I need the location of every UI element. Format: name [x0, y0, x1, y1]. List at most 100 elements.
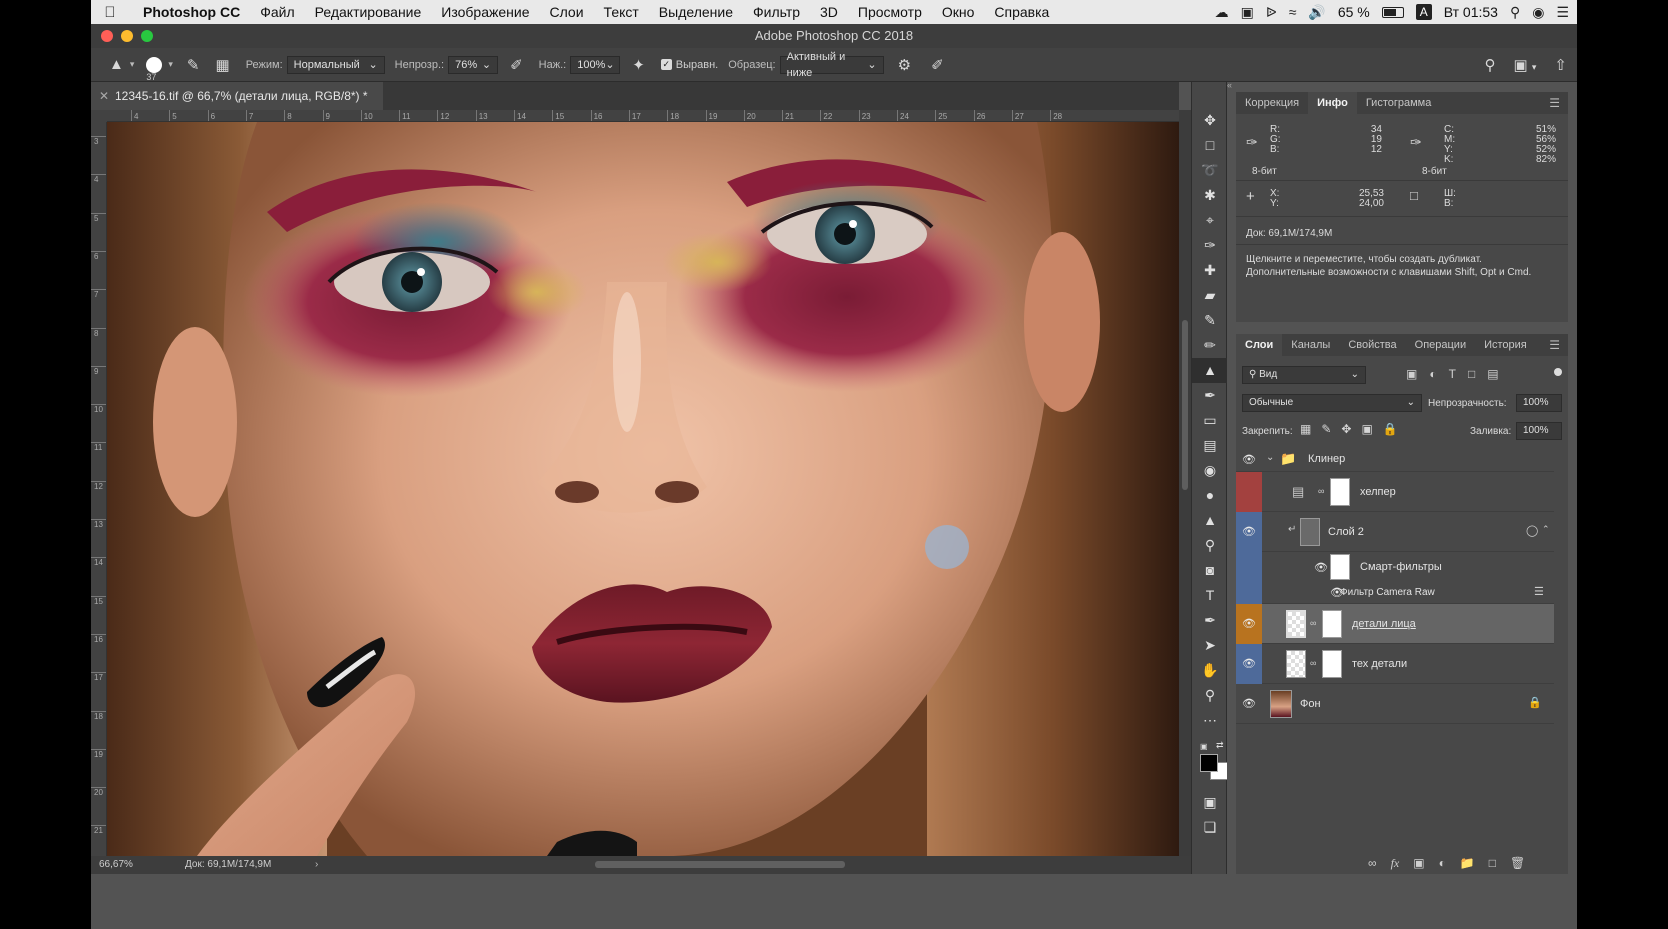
background-thumbnail[interactable]: [1270, 690, 1292, 718]
eyedropper-cmyk-icon[interactable]: ✑: [1410, 134, 1422, 151]
layer-mask-thumbnail[interactable]: [1322, 610, 1342, 638]
lasso-tool-icon[interactable]: ➰: [1192, 158, 1228, 183]
zoom-window-button[interactable]: [141, 30, 153, 42]
mask-link-icon[interactable]: ∞: [1318, 486, 1324, 496]
visibility-eye-icon[interactable]: 👁: [1236, 453, 1262, 466]
tab-properties[interactable]: Свойства: [1339, 334, 1405, 356]
layer-name[interactable]: Фильтр Camera Raw: [1340, 587, 1435, 598]
foreground-color-swatch[interactable]: [1200, 754, 1218, 772]
layer-thumbnail[interactable]: [1286, 610, 1306, 638]
layer-opacity-input[interactable]: 100%: [1516, 394, 1562, 412]
tablet-pressure-size-icon[interactable]: ✐: [931, 56, 944, 74]
brush-preview-icon[interactable]: 37: [146, 56, 163, 82]
layer-row-face-details[interactable]: 👁 ∞ детали лица: [1236, 604, 1554, 644]
lock-transparency-icon[interactable]: ▦: [1300, 422, 1311, 436]
clone-source-panel-icon[interactable]: ▦: [216, 56, 230, 74]
sharpen-tool-icon[interactable]: ▲: [1192, 508, 1228, 533]
quick-mask-icon[interactable]: ▣: [1192, 790, 1228, 815]
filter-pixel-icon[interactable]: ▣: [1406, 367, 1417, 381]
blend-mode-select[interactable]: Обычные ⌄: [1242, 394, 1422, 412]
layer-row-group[interactable]: 👁 ⌄ 📁 Клинер: [1236, 446, 1554, 472]
visibility-eye-icon[interactable]: 👁: [1236, 697, 1262, 710]
close-window-button[interactable]: [101, 30, 113, 42]
visibility-eye-icon[interactable]: 👁: [1236, 657, 1262, 670]
pen-tool-icon[interactable]: ✒: [1192, 608, 1228, 633]
layer-mask-thumbnail[interactable]: [1322, 650, 1342, 678]
menu-filter[interactable]: Фильтр: [743, 4, 810, 20]
mixer-brush-tool-icon[interactable]: ✏: [1192, 333, 1228, 358]
layer-name[interactable]: детали лица: [1352, 618, 1416, 630]
filter-mask-thumbnail[interactable]: [1330, 554, 1350, 580]
adjustment-layer-icon[interactable]: ◐: [1439, 856, 1446, 870]
filter-shape-icon[interactable]: □: [1468, 367, 1475, 381]
paint-bucket-tool-icon[interactable]: ◉: [1192, 458, 1228, 483]
menu-type[interactable]: Текст: [594, 4, 649, 20]
menu-edit[interactable]: Редактирование: [305, 4, 432, 20]
notification-center-icon[interactable]: ☰: [1556, 4, 1569, 21]
apple-menu-icon[interactable]: : [91, 4, 129, 21]
brush-tool-icon[interactable]: ✎: [1192, 308, 1228, 333]
minimize-window-button[interactable]: [121, 30, 133, 42]
path-selection-tool-icon[interactable]: ➤: [1192, 633, 1228, 658]
layer-style-icon[interactable]: fx: [1391, 856, 1400, 871]
wifi-icon[interactable]: ≈: [1289, 4, 1297, 20]
visibility-eye-icon[interactable]: 👁: [1236, 617, 1262, 630]
new-layer-icon[interactable]: □: [1489, 856, 1496, 870]
siri-icon[interactable]: ◉: [1532, 4, 1544, 21]
layer-row-background[interactable]: 👁 Фон 🔒: [1236, 684, 1554, 724]
more-tools-icon[interactable]: ⋯: [1192, 708, 1228, 733]
layer-name[interactable]: Клинер: [1308, 453, 1345, 465]
horizontal-ruler[interactable]: 4 5 6 7 8 9 10 11 12 13 14 15 16 17 18 19 20 21 22 23 24 25 26…: [107, 110, 1179, 122]
visibility-eye-icon[interactable]: 👁: [1236, 525, 1262, 538]
dodge-tool-icon[interactable]: ⚲: [1192, 533, 1228, 558]
share-icon[interactable]: ⇧: [1554, 56, 1567, 74]
horizontal-scroll-thumb[interactable]: [595, 861, 845, 868]
lock-pixels-icon[interactable]: ✎: [1321, 422, 1331, 436]
smart-filter-options-icon[interactable]: ◯: [1526, 524, 1538, 537]
tab-actions[interactable]: Операции: [1406, 334, 1475, 356]
gradient-tool-icon[interactable]: ▤: [1192, 433, 1228, 458]
menu-app-name[interactable]: Photoshop CC: [129, 4, 250, 20]
crop-tool-icon[interactable]: ⌖: [1192, 208, 1228, 233]
workspace-icon[interactable]: ▣ ▾: [1514, 56, 1537, 74]
clone-stamp-tool-icon[interactable]: ▲: [1192, 358, 1228, 383]
app-status-icon[interactable]: ▣: [1241, 4, 1254, 21]
volume-icon[interactable]: 🔊: [1308, 4, 1325, 21]
ignore-adjustment-layers-icon[interactable]: ⚙: [898, 56, 911, 74]
filter-toggle-icon[interactable]: [1554, 368, 1562, 376]
layer-thumbnail[interactable]: [1286, 650, 1306, 678]
layer-row-tech-details[interactable]: 👁 ∞ тех детали: [1236, 644, 1554, 684]
vertical-ruler[interactable]: 3 4 5 6 7 8 9 10 11 12 13 14 15 16 17 18 19 20 21: [91, 122, 107, 856]
canvas-area[interactable]: [107, 122, 1179, 856]
menu-3d[interactable]: 3D: [810, 4, 848, 20]
type-tool-icon[interactable]: T: [1192, 583, 1228, 608]
preset-dropdown-icon[interactable]: ▾: [130, 59, 135, 70]
aligned-checkbox[interactable]: ✓: [660, 59, 672, 70]
tab-adjustments[interactable]: Коррекция: [1236, 92, 1308, 114]
filter-smart-icon[interactable]: ▤: [1487, 367, 1498, 381]
layers-panel-menu-icon[interactable]: ☰: [1549, 334, 1560, 356]
tab-channels[interactable]: Каналы: [1282, 334, 1339, 356]
move-tool-icon[interactable]: ✥: [1192, 108, 1228, 133]
menu-help[interactable]: Справка: [984, 4, 1059, 20]
smart-object-thumbnail[interactable]: [1300, 518, 1320, 546]
zoom-tool-icon[interactable]: ⚲: [1192, 683, 1228, 708]
layer-row-camera-raw[interactable]: 👁 Фильтр Camera Raw ☰: [1236, 582, 1554, 604]
hand-tool-icon[interactable]: ✋: [1192, 658, 1228, 683]
smudge-tool-icon[interactable]: ◙: [1192, 558, 1228, 583]
input-source-icon[interactable]: A: [1415, 4, 1432, 20]
menu-file[interactable]: Файл: [250, 4, 304, 20]
battery-icon[interactable]: [1381, 6, 1404, 18]
collapse-panels-icon[interactable]: «: [1227, 80, 1232, 90]
eyedropper-rgb-icon[interactable]: ✑: [1246, 134, 1258, 151]
pressure-input[interactable]: 100% ⌄: [570, 55, 621, 74]
filter-adjustment-icon[interactable]: ◐: [1429, 367, 1436, 381]
spotlight-search-icon[interactable]: ⚲: [1510, 4, 1520, 21]
status-arrow-icon[interactable]: ›: [315, 856, 318, 874]
layer-name[interactable]: Фон: [1300, 698, 1321, 710]
tab-history[interactable]: История: [1475, 334, 1536, 356]
marquee-tool-icon[interactable]: □: [1192, 133, 1228, 158]
quick-select-tool-icon[interactable]: ✱: [1192, 183, 1228, 208]
screen-mode-icon[interactable]: ❏: [1192, 815, 1228, 840]
brush-panel-icon[interactable]: ✎: [187, 56, 200, 74]
